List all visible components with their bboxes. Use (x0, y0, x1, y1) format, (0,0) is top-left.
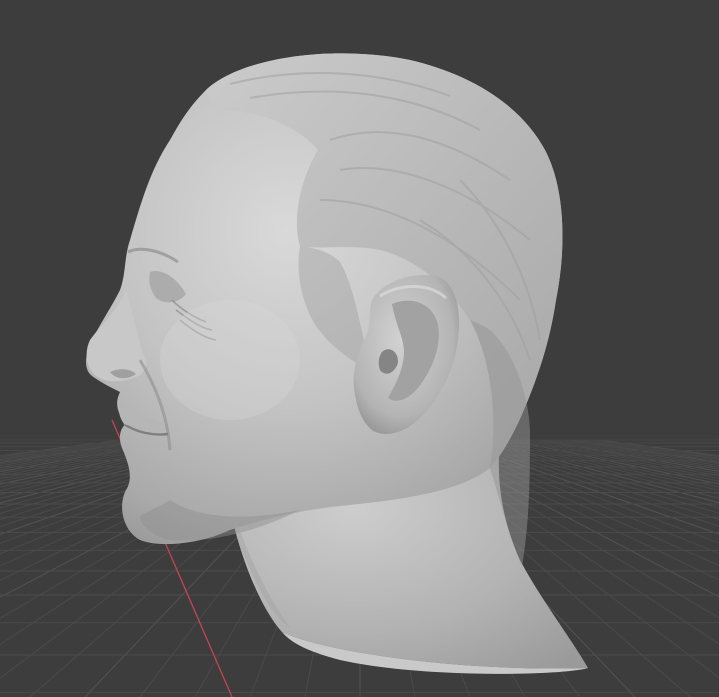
grid-line-depth (599, 439, 719, 457)
grid-line-depth (0, 439, 121, 457)
grid-line-depth (575, 439, 719, 462)
head-model[interactable] (86, 53, 588, 674)
grid-line-depth (0, 439, 151, 463)
grid-line-depth (0, 439, 139, 461)
grid-line-depth (581, 439, 719, 460)
cheek-highlight (160, 300, 300, 420)
3d-viewport[interactable] (0, 0, 719, 697)
viewport-canvas[interactable] (0, 0, 719, 697)
